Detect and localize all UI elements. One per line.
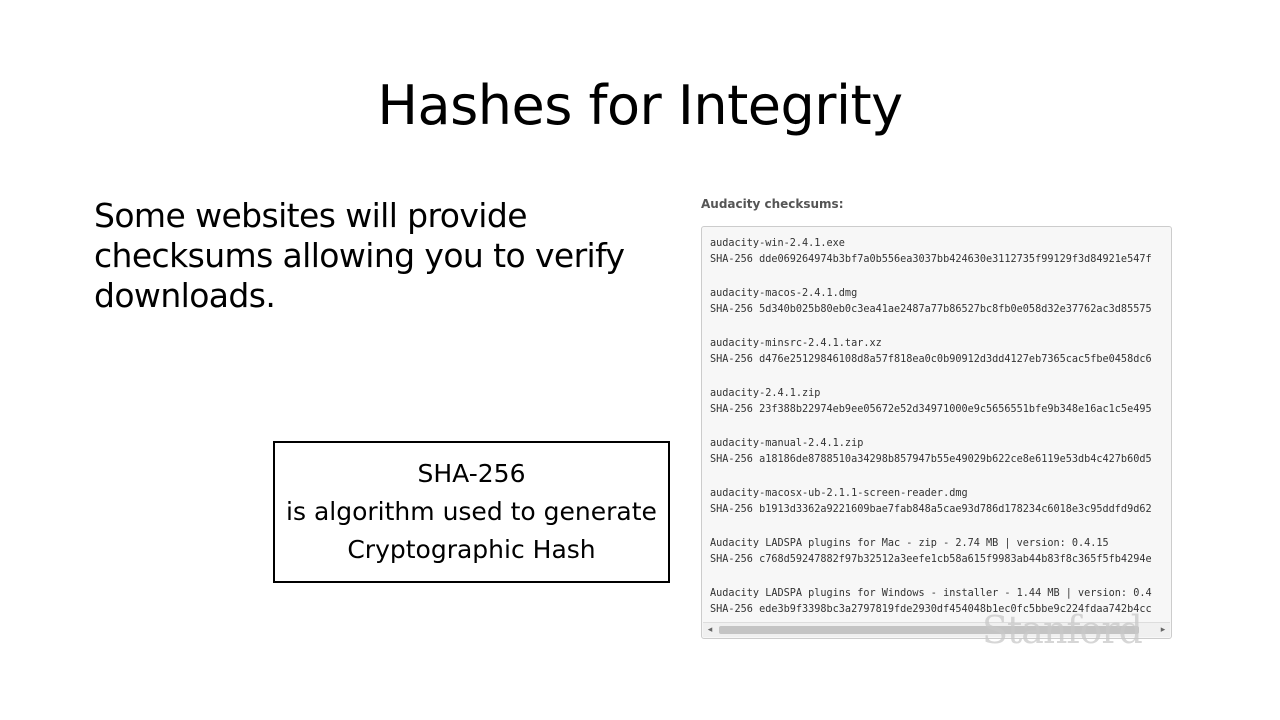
callout-line-description: is algorithm used to generate <box>286 497 657 526</box>
checksums-list: audacity-win-2.4.1.exe SHA-256 dde069264… <box>710 236 1170 620</box>
checksum-filename: Audacity LADSPA plugins for Mac - zip - … <box>710 538 1109 549</box>
checksum-hash: SHA-256 a18186de8788510a34298b857947b55e… <box>710 454 1152 465</box>
scroll-right-arrow-icon[interactable]: ▸ <box>1156 623 1170 637</box>
checksums-label: Audacity checksums: <box>701 197 844 211</box>
checksum-entry: Audacity LADSPA plugins for Mac - zip - … <box>710 536 1170 586</box>
checksum-filename: audacity-win-2.4.1.exe <box>710 238 845 249</box>
scroll-left-arrow-icon[interactable]: ◂ <box>703 623 717 637</box>
checksum-hash: SHA-256 b1913d3362a9221609bae7fab848a5ca… <box>710 504 1152 515</box>
checksum-filename: audacity-minsrc-2.4.1.tar.xz <box>710 338 882 349</box>
checksum-entry: audacity-macosx-ub-2.1.1-screen-reader.d… <box>710 486 1170 536</box>
checksum-entry: audacity-manual-2.4.1.zip SHA-256 a18186… <box>710 436 1170 486</box>
callout-line-hash: Cryptographic Hash <box>347 535 596 564</box>
checksum-filename: audacity-manual-2.4.1.zip <box>710 438 864 449</box>
checksums-panel[interactable]: audacity-win-2.4.1.exe SHA-256 dde069264… <box>701 226 1172 639</box>
checksum-hash: SHA-256 dde069264974b3bf7a0b556ea3037bb4… <box>710 254 1152 265</box>
checksum-filename: audacity-2.4.1.zip <box>710 388 821 399</box>
checksum-entry: audacity-macos-2.4.1.dmg SHA-256 5d340b0… <box>710 286 1170 336</box>
sha256-callout-box: SHA-256 is algorithm used to generate Cr… <box>273 441 670 583</box>
checksum-entry: audacity-minsrc-2.4.1.tar.xz SHA-256 d47… <box>710 336 1170 386</box>
checksum-entry: audacity-win-2.4.1.exe SHA-256 dde069264… <box>710 236 1170 286</box>
stanford-watermark: Stanford <box>982 608 1143 652</box>
slide-title: Hashes for Integrity <box>377 74 903 137</box>
checksum-filename: audacity-macos-2.4.1.dmg <box>710 288 858 299</box>
checksum-hash: SHA-256 5d340b025b80eb0c3ea41ae2487a77b8… <box>710 304 1152 315</box>
callout-line-algorithm: SHA-256 <box>417 459 526 488</box>
checksum-hash: SHA-256 c768d59247882f97b32512a3eefe1cb5… <box>710 554 1152 565</box>
checksum-filename: audacity-macosx-ub-2.1.1-screen-reader.d… <box>710 488 968 499</box>
checksum-hash: SHA-256 23f388b22974eb9ee05672e52d349710… <box>710 404 1152 415</box>
checksum-hash: SHA-256 d476e25129846108d8a57f818ea0c0b9… <box>710 354 1152 365</box>
checksum-filename: Audacity LADSPA plugins for Windows - in… <box>710 588 1152 599</box>
intro-text: Some websites will provide checksums all… <box>94 196 625 315</box>
checksum-entry: audacity-2.4.1.zip SHA-256 23f388b22974e… <box>710 386 1170 436</box>
